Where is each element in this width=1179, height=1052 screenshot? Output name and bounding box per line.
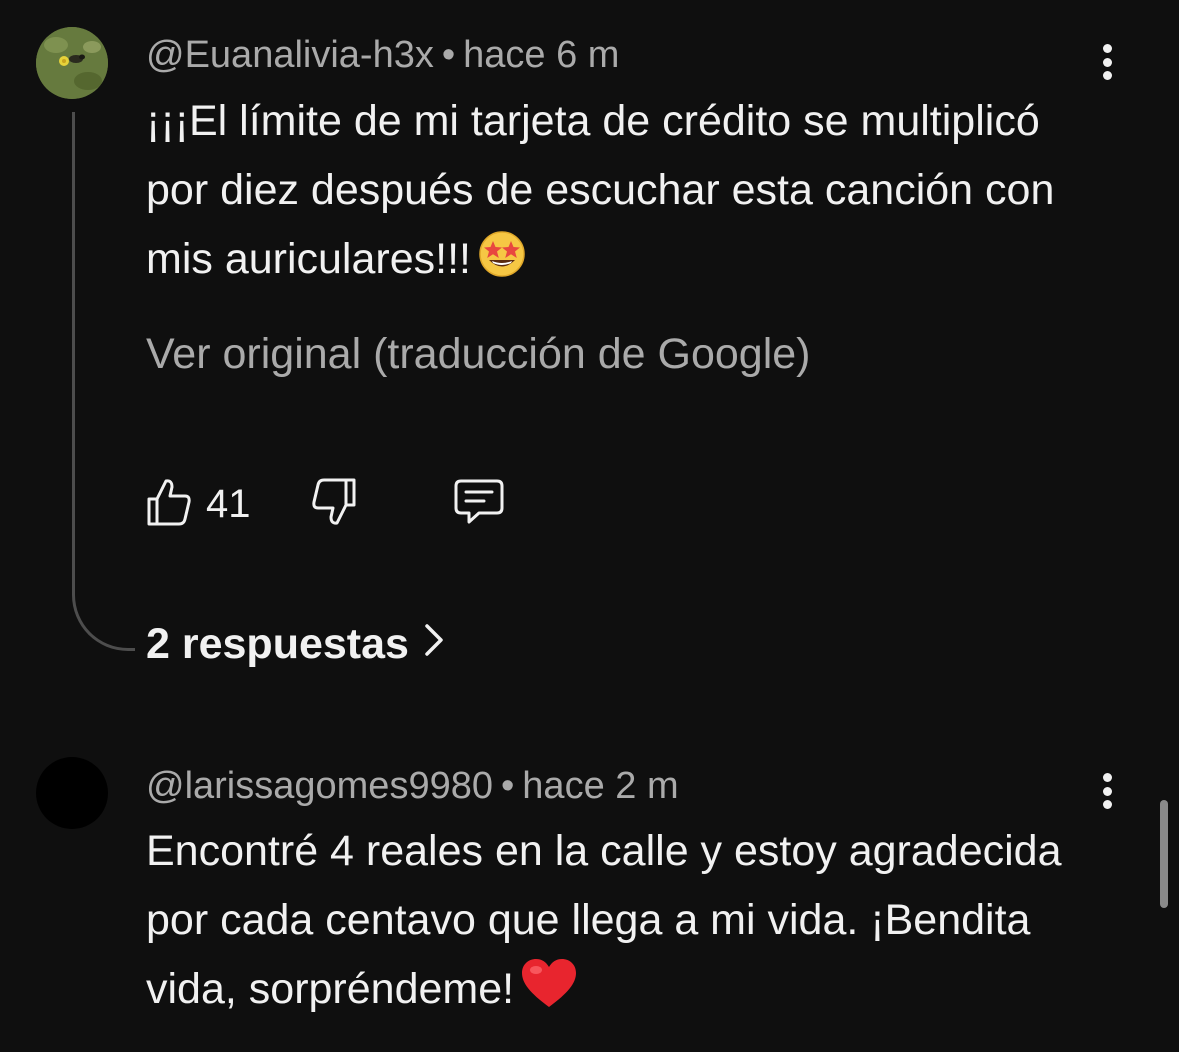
thumbs-up-icon: [146, 477, 192, 532]
avatar[interactable]: [36, 757, 108, 829]
comment-meta: @Euanalivia-h3x • hace 6 m: [146, 34, 619, 77]
like-count: 41: [206, 481, 251, 526]
chevron-right-icon: [423, 620, 445, 669]
reply-button[interactable]: [453, 477, 505, 532]
comment-thread: @Euanalivia-h3x • hace 6 m ¡¡¡El límite de…: [0, 0, 1179, 700]
red-heart-emoji-icon: [520, 957, 578, 1030]
separator-dot: •: [441, 34, 456, 76]
comment-time: hace 6 m: [463, 34, 620, 76]
like-button[interactable]: 41: [146, 477, 251, 532]
comment-time: hace 2 m: [522, 765, 679, 807]
translation-toggle[interactable]: Ver original (traducción de Google): [146, 330, 810, 379]
comment-reply-icon: [453, 477, 505, 532]
comment-text: ¡¡¡El límite de mi tarjeta de crédito se…: [146, 87, 1106, 300]
star-struck-emoji-icon: [477, 229, 527, 300]
comment-author[interactable]: @larissagomes9980: [146, 765, 493, 807]
comment-text: Encontré 4 reales en la calle y estoy ag…: [146, 817, 1106, 1030]
comment-author[interactable]: @Euanalivia-h3x: [146, 34, 434, 76]
more-options-icon[interactable]: [1090, 38, 1124, 86]
comment-meta: @larissagomes9980 • hace 2 m: [146, 765, 679, 808]
comment-text-content: ¡¡¡El límite de mi tarjeta de crédito se…: [146, 97, 1055, 283]
more-options-icon[interactable]: [1090, 767, 1124, 815]
avatar[interactable]: [36, 27, 108, 99]
comment-text-content: Encontré 4 reales en la calle y estoy ag…: [146, 827, 1062, 1013]
comments-page: @Euanalivia-h3x • hace 6 m ¡¡¡El límite de…: [0, 0, 1179, 1052]
thread-connector-line: [72, 112, 135, 651]
separator-dot: •: [500, 765, 515, 807]
thumbs-down-icon: [311, 477, 357, 532]
view-replies-button[interactable]: 2 respuestas: [146, 620, 445, 669]
comment-thread: @larissagomes9980 • hace 2 m Encontré 4 re…: [0, 740, 1179, 1052]
dislike-button[interactable]: [311, 477, 357, 532]
comment-actions: 41: [146, 476, 505, 532]
replies-label: 2 respuestas: [146, 620, 409, 668]
avatar-image: [36, 27, 108, 99]
scrollbar[interactable]: [1160, 800, 1168, 908]
